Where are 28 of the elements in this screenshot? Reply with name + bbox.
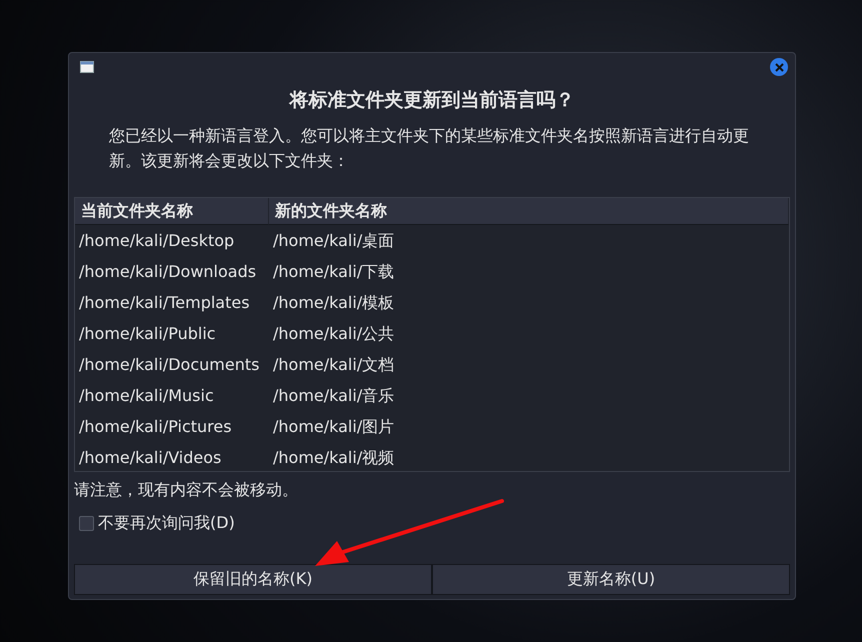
- table-cell-text: /home/kali/模板: [272, 292, 396, 314]
- table-cell-text: /home/kali/音乐: [272, 385, 396, 407]
- table-cell-text: /home/kali/视频: [272, 447, 396, 469]
- note-text: 请注意，现有内容不会被移动。: [74, 480, 299, 501]
- checkbox[interactable]: [79, 516, 94, 531]
- table-cell-text: /home/kali/文档: [272, 354, 396, 376]
- table-cell-text: /home/kali/Public: [78, 323, 217, 345]
- dialog-message: 您已经以一种新语言登入。您可以将主文件夹下的某些标准文件夹名按照新语言进行自动更新。该更新将会更改以下文件夹：: [109, 125, 750, 172]
- table-cell-text: /home/kali/Downloads: [78, 261, 258, 283]
- window-icon: [80, 61, 94, 73]
- table-cell-text: /home/kali/Pictures: [78, 416, 233, 438]
- table-cell-text: /home/kali/桌面: [272, 230, 396, 252]
- close-icon: [774, 62, 784, 72]
- table-cell-text: /home/kali/Videos: [78, 447, 222, 469]
- column-header: 新的文件夹名称: [269, 198, 789, 225]
- dialog-button[interactable]: 保留旧的名称(K): [74, 564, 432, 595]
- table-cell-text: /home/kali/图片: [272, 416, 396, 438]
- table-cell-text: /home/kali/Music: [78, 385, 215, 407]
- dialog-button[interactable]: 更新名称(U): [432, 564, 790, 595]
- table-cell-text: /home/kali/公共: [272, 323, 396, 345]
- table-cell-text: /home/kali/Templates: [78, 292, 251, 314]
- close-button[interactable]: [770, 58, 788, 76]
- column-header: 当前文件夹名称: [75, 198, 269, 225]
- checkbox-label[interactable]: 不要再次询问我(D): [98, 513, 235, 534]
- table-cell-text: /home/kali/Desktop: [78, 230, 236, 252]
- table-cell-text: /home/kali/Documents: [78, 354, 260, 376]
- dialog-heading: 将标准文件夹更新到当前语言吗？: [288, 88, 576, 113]
- table-cell-text: /home/kali/下载: [272, 261, 396, 283]
